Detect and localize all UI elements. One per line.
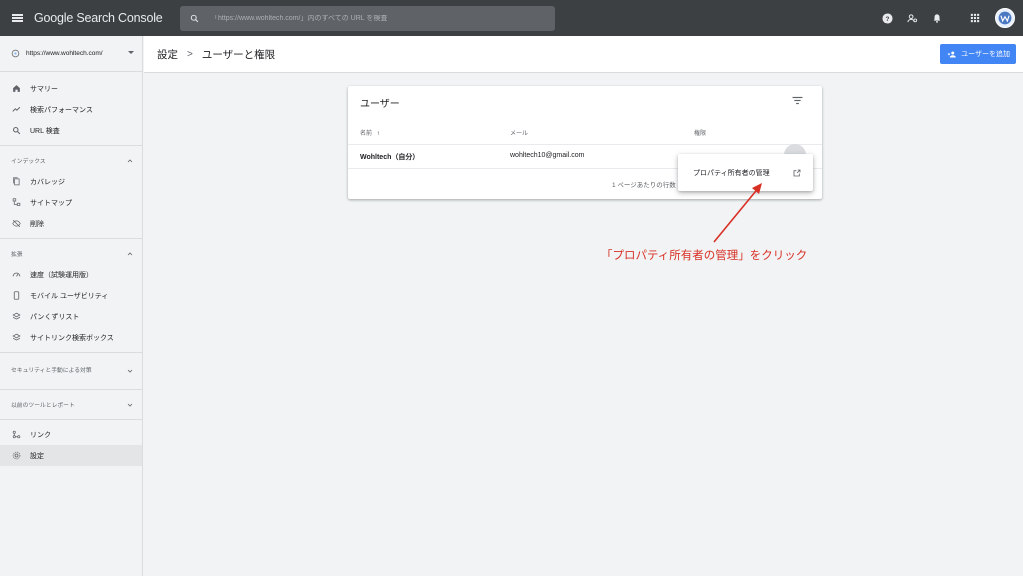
sidebar-item-url-inspection[interactable]: URL 検査 [0,120,142,141]
phone-icon [11,291,21,301]
sidebar-item-label: サイトリンク検索ボックス [30,334,114,342]
add-user-label: ユーザーを追加 [961,51,1010,58]
search-bar[interactable] [180,5,555,31]
page-header: 設定 > ユーザーと権限 ユーザーを追加 [144,36,1023,73]
sidebar-item-label: モバイル ユーザビリティ [30,292,109,300]
annotation-arrow [713,183,762,243]
search-icon [190,14,199,22]
user-email: wohltech10@gmail.com [510,152,585,159]
section-title: 以前のツールとレポート [11,403,75,409]
sidebar-item-summary[interactable]: サマリー [0,78,142,99]
property-selector[interactable]: https://www.wohltech.com/ [0,36,142,72]
person-add-icon [948,51,956,57]
chevron-up-icon [127,158,133,162]
sidebar-item-mobile-usability[interactable]: モバイル ユーザビリティ [0,285,142,306]
sidebar-item-label: 設定 [30,452,44,460]
column-header-name[interactable]: 名前 ↑ [360,128,380,137]
sidebar-item-label: リンク [30,431,51,439]
add-user-button[interactable]: ユーザーを追加 [940,44,1016,64]
user-name: Wohltech（自分） [360,154,420,161]
breadcrumb-separator: > [187,48,193,60]
menu-icon[interactable] [0,0,34,36]
eye-off-icon [11,219,21,229]
section-enhancements[interactable]: 拡張 [0,243,142,264]
help-icon[interactable]: ? [875,6,899,30]
filter-icon[interactable] [792,96,803,105]
sidebar-item-breadcrumbs[interactable]: パンくずリスト [0,306,142,327]
copy-icon [11,177,21,187]
section-title: インデックス [11,159,46,165]
layers-icon [11,312,21,322]
open-in-new-icon [793,169,801,176]
section-security[interactable]: セキュリティと手動による対策 [0,357,142,385]
sidebar-item-label: サマリー [30,85,58,93]
sidebar-item-label: 速度（試験運用版） [30,271,93,279]
sidebar-item-sitemap[interactable]: サイトマップ [0,192,142,213]
breadcrumb-root[interactable]: 設定 [157,47,178,62]
section-title: 拡張 [11,252,23,258]
layers-icon [11,333,21,343]
sidebar-item-label: URL 検査 [30,127,60,135]
top-app-bar: Google Search Console ? [0,0,1023,36]
sidebar-item-speed[interactable]: 速度（試験運用版） [0,264,142,285]
chevron-up-icon [127,251,133,255]
page-title: ユーザーと権限 [201,48,276,61]
trending-icon [11,105,21,115]
sidebar-item-label: 検索パフォーマンス [30,106,93,114]
sidebar-item-performance[interactable]: 検索パフォーマンス [0,99,142,120]
gear-icon [11,451,21,461]
search-input[interactable] [211,14,555,22]
apps-grid-icon[interactable] [963,6,987,30]
sitemap-icon [11,198,21,208]
link-icon [11,430,21,440]
sidebar-item-settings[interactable]: 設定 [0,445,142,466]
bell-icon[interactable] [925,6,949,30]
section-legacy-tools[interactable]: 以前のツールとレポート [0,394,142,415]
sidebar-item-label: サイトマップ [30,199,72,207]
sidebar-item-label: 削除 [30,220,44,228]
card-title: ユーザー [360,99,400,110]
sidebar-item-label: カバレッジ [30,178,65,186]
sidebar-item-sitelinks-searchbox[interactable]: サイトリンク検索ボックス [0,327,142,348]
sidebar-item-links[interactable]: リンク [0,424,142,445]
account-avatar[interactable] [995,8,1015,28]
manage-users-icon[interactable] [900,6,924,30]
sort-arrow-up-icon: ↑ [376,131,380,137]
sidebar-item-label: パンくずリスト [30,313,80,321]
dropdown-caret-icon [128,51,134,54]
rows-per-page-label: 1 ページあたりの行数 [612,182,676,189]
annotation-text: 「プロパティ所有者の管理」をクリック [601,250,808,262]
sidebar-item-removals[interactable]: 削除 [0,213,142,234]
app-title: Google Search Console [34,11,163,25]
chevron-down-icon [127,369,133,373]
sidebar: https://www.wohltech.com/ サマリー 検索パフォーマンス… [0,36,143,576]
section-index[interactable]: インデックス [0,150,142,171]
search-icon [11,126,21,136]
row-divider [348,144,822,145]
chevron-down-icon [127,403,133,407]
column-header-permission: 権限 [694,131,707,137]
property-url: https://www.wohltech.com/ [26,50,103,57]
globe-icon [11,49,20,58]
home-icon [11,84,21,94]
column-header-email: メール [510,131,529,137]
section-title: セキュリティと手動による対策 [11,367,92,374]
svg-text:?: ? [885,15,889,22]
speed-icon [11,270,21,280]
sidebar-item-coverage[interactable]: カバレッジ [0,171,142,192]
